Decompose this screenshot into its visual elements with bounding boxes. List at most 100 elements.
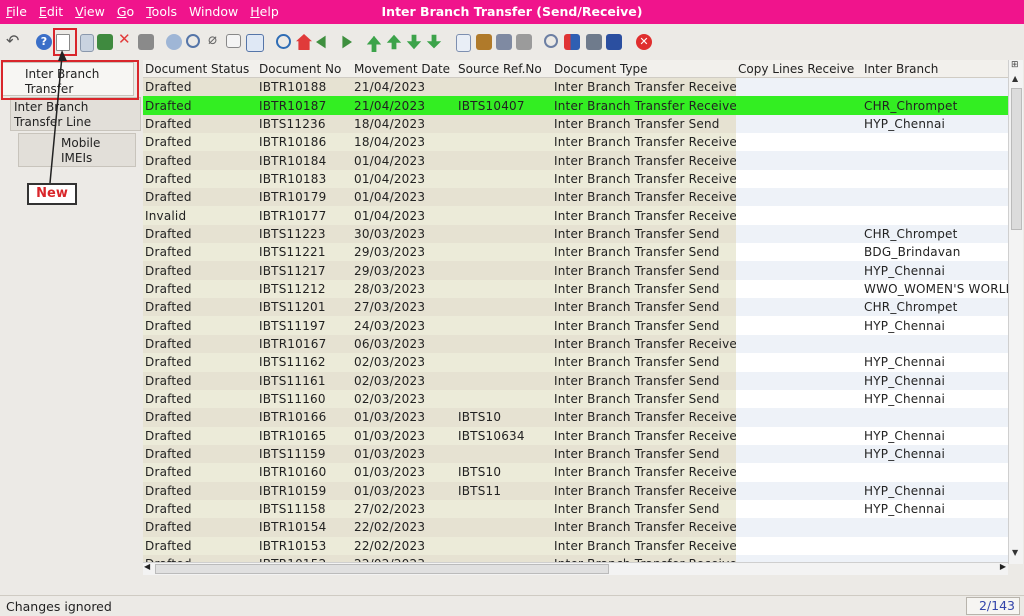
table-cell[interactable]: IBTS11158 (257, 499, 352, 519)
table-cell[interactable]: IBTR10186 (257, 133, 352, 152)
table-cell[interactable]: Drafted (143, 408, 257, 427)
attachment-icon[interactable]: ⌀ (208, 30, 224, 48)
table-cell[interactable]: Inter Branch Transfer Send (552, 298, 736, 317)
history-icon[interactable] (276, 34, 291, 49)
table-cell[interactable] (736, 206, 862, 225)
table-cell[interactable] (736, 371, 862, 390)
table-cell[interactable] (736, 188, 862, 207)
column-header[interactable]: Document Type (552, 60, 736, 78)
table-cell[interactable]: HYP_Chennai (862, 444, 1008, 464)
table-cell[interactable]: HYP_Chennai (862, 371, 1008, 390)
table-cell[interactable] (862, 518, 1008, 537)
table-cell[interactable] (736, 499, 862, 519)
table-cell[interactable]: Inter Branch Transfer Receive (552, 481, 736, 500)
table-cell[interactable]: Drafted (143, 316, 257, 335)
table-cell[interactable]: 01/04/2023 (352, 151, 456, 170)
table-cell[interactable]: 01/03/2023 (352, 481, 456, 500)
next-record-icon[interactable] (342, 35, 352, 49)
table-cell[interactable]: 01/03/2023 (352, 463, 456, 482)
previous-icon[interactable] (386, 34, 402, 50)
table-cell[interactable] (736, 224, 862, 244)
table-row[interactable]: Drafted IBTR10154 22/02/2023 Inter Branch T… (143, 518, 1008, 537)
table-row[interactable]: Drafted IBTS11161 02/03/2023 Inter Branch T… (143, 371, 1008, 390)
table-cell[interactable]: Drafted (143, 426, 257, 445)
table-cell[interactable]: HYP_Chennai (862, 481, 1008, 500)
table-cell[interactable]: 02/03/2023 (352, 389, 456, 409)
table-cell[interactable]: 21/04/2023 (352, 96, 456, 115)
table-row[interactable]: Drafted IBTR10167 06/03/2023 Inter Branch T… (143, 334, 1008, 354)
table-cell[interactable] (736, 389, 862, 409)
table-cell[interactable]: 02/03/2023 (352, 353, 456, 372)
table-cell[interactable]: 24/03/2023 (352, 316, 456, 335)
table-cell[interactable]: IBTS11212 (257, 279, 352, 299)
column-header[interactable]: Source Ref.No (456, 60, 552, 78)
table-cell[interactable]: Inter Branch Transfer Send (552, 243, 736, 262)
table-row[interactable]: Drafted IBTR10153 22/02/2023 Inter Branch T… (143, 536, 1008, 555)
table-cell[interactable]: 01/03/2023 (352, 408, 456, 427)
table-cell[interactable] (456, 371, 552, 390)
table-cell[interactable]: IBTR10188 (257, 77, 352, 97)
table-cell[interactable]: HYP_Chennai (862, 353, 1008, 372)
home-icon[interactable] (296, 34, 312, 50)
table-row[interactable]: Drafted IBTS11201 27/03/2023 Inter Branch T… (143, 298, 1008, 317)
menu-item[interactable]: Tools (146, 4, 177, 19)
table-cell[interactable]: Inter Branch Transfer Receive (552, 334, 736, 354)
table-cell[interactable] (736, 169, 862, 189)
table-cell[interactable]: 22/02/2023 (352, 536, 456, 555)
table-cell[interactable]: 18/04/2023 (352, 133, 456, 152)
table-cell[interactable]: Drafted (143, 371, 257, 390)
table-row[interactable]: Drafted IBTS11162 02/03/2023 Inter Branch T… (143, 353, 1008, 372)
table-cell[interactable]: Drafted (143, 536, 257, 555)
table-cell[interactable]: Inter Branch Transfer Receive (552, 169, 736, 189)
chat-icon[interactable] (226, 34, 241, 48)
table-cell[interactable] (736, 536, 862, 555)
table-cell[interactable]: Inter Branch Transfer Send (552, 353, 736, 372)
table-row[interactable]: Drafted IBTR10183 01/04/2023 Inter Branch T… (143, 169, 1008, 189)
table-cell[interactable]: IBTS11160 (257, 389, 352, 409)
table-cell[interactable]: Drafted (143, 114, 257, 134)
table-cell[interactable]: IBTS11221 (257, 243, 352, 262)
table-cell[interactable] (736, 261, 862, 280)
table-row[interactable]: Drafted IBTS11159 01/03/2023 Inter Branch T… (143, 444, 1008, 464)
table-cell[interactable]: IBTS11197 (257, 316, 352, 335)
table-row[interactable]: Drafted IBTR10187 21/04/2023 IBTS10407 Inter… (143, 96, 1008, 115)
delete-icon[interactable]: ✕ (118, 30, 134, 48)
table-cell[interactable]: IBTR10160 (257, 463, 352, 482)
table-cell[interactable] (456, 298, 552, 317)
table-cell[interactable]: Invalid (143, 206, 257, 225)
table-cell[interactable] (456, 206, 552, 225)
table-cell[interactable] (456, 133, 552, 152)
table-row[interactable]: Drafted IBTS11212 28/03/2023 Inter Branch T… (143, 279, 1008, 299)
table-cell[interactable] (736, 481, 862, 500)
table-cell[interactable]: Inter Branch Transfer Send (552, 371, 736, 390)
table-cell[interactable]: IBTR10167 (257, 334, 352, 354)
table-cell[interactable]: IBTR10165 (257, 426, 352, 445)
scroll-right-icon[interactable]: ▶ (1000, 562, 1006, 571)
table-cell[interactable]: Inter Branch Transfer Receive (552, 536, 736, 555)
horizontal-scrollbar[interactable]: ◀ ▶ (143, 562, 1008, 575)
table-cell[interactable]: Drafted (143, 389, 257, 409)
table-row[interactable]: Drafted IBTR10179 01/04/2023 Inter Branch T… (143, 188, 1008, 207)
table-cell[interactable] (456, 389, 552, 409)
table-cell[interactable]: 01/03/2023 (352, 444, 456, 464)
table-cell[interactable] (736, 151, 862, 170)
table-cell[interactable]: IBTS11159 (257, 444, 352, 464)
table-cell[interactable] (862, 334, 1008, 354)
table-cell[interactable] (456, 261, 552, 280)
table-cell[interactable]: Inter Branch Transfer Send (552, 261, 736, 280)
table-cell[interactable]: 29/03/2023 (352, 261, 456, 280)
table-cell[interactable]: 21/04/2023 (352, 77, 456, 97)
table-cell[interactable]: IBTS11162 (257, 353, 352, 372)
table-cell[interactable]: Drafted (143, 96, 257, 115)
table-cell[interactable]: Drafted (143, 261, 257, 280)
next-icon[interactable] (406, 34, 422, 50)
table-cell[interactable]: Inter Branch Transfer Receive (552, 77, 736, 97)
table-cell[interactable]: CHR_Chrompet (862, 298, 1008, 317)
table-cell[interactable]: IBTR10187 (257, 96, 352, 115)
table-cell[interactable]: Drafted (143, 444, 257, 464)
table-cell[interactable] (736, 133, 862, 152)
table-cell[interactable]: 30/03/2023 (352, 224, 456, 244)
table-cell[interactable]: Inter Branch Transfer Receive (552, 188, 736, 207)
table-cell[interactable] (456, 224, 552, 244)
records-grid[interactable]: Document Status Document No Movement Date S… (143, 60, 1008, 564)
